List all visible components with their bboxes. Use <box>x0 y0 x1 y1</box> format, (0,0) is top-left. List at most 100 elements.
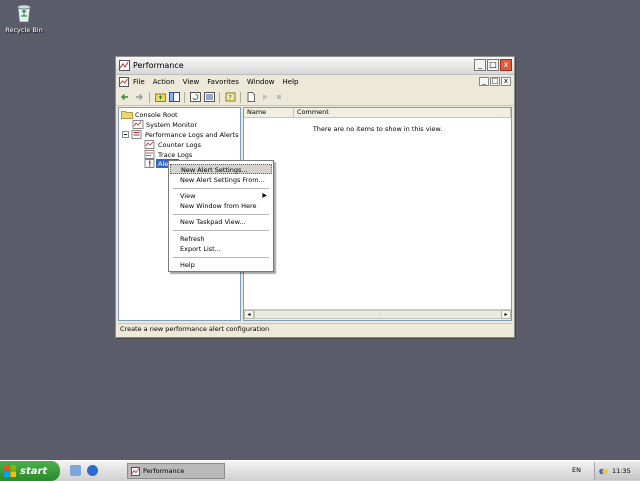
mdi-minimize-button[interactable]: _ <box>479 77 489 86</box>
export-list-button[interactable] <box>203 91 215 103</box>
menu-item-help[interactable]: Help <box>170 260 272 270</box>
mdi-restore-button[interactable]: □ <box>490 77 500 86</box>
list-header: Name Comment <box>244 108 511 118</box>
close-button[interactable]: x <box>500 59 512 71</box>
stop-icon <box>277 95 281 99</box>
svg-text:?: ? <box>228 95 231 102</box>
menu-file[interactable]: File <box>133 78 145 86</box>
recycle-bin-shortcut[interactable]: Recycle Bin <box>4 2 44 34</box>
system-monitor-icon <box>132 120 144 129</box>
quick-launch <box>70 465 98 476</box>
back-button[interactable] <box>119 91 131 103</box>
recycle-bin-label: Recycle Bin <box>5 26 43 34</box>
new-item-button[interactable] <box>245 91 257 103</box>
menu-separator <box>173 188 269 189</box>
counter-logs-icon <box>144 140 155 149</box>
start-label: start <box>20 465 48 477</box>
submenu-arrow-icon: ▶ <box>262 192 267 199</box>
menu-item-new-alert-settings[interactable]: New Alert Settings... <box>170 164 272 174</box>
back-arrow-icon <box>121 94 128 100</box>
toolbar-separator <box>219 91 220 103</box>
scroll-thumb[interactable]: ⁞ <box>254 310 506 319</box>
menu-item-new-taskpad-view[interactable]: New Taskpad View... <box>170 217 272 227</box>
toolbar-separator <box>149 91 150 103</box>
forward-arrow-icon <box>136 94 143 100</box>
menu-item-new-alert-settings-from[interactable]: New Alert Settings From... <box>170 175 272 185</box>
export-list-icon <box>203 92 215 102</box>
collapse-minus-icon <box>122 131 129 138</box>
menu-window[interactable]: Window <box>247 78 275 86</box>
context-menu: New Alert Settings... New Alert Settings… <box>168 160 274 272</box>
toolbar: ? <box>116 89 514 106</box>
tree-node-performance-logs-and-alerts[interactable]: Performance Logs and Alerts <box>122 130 238 139</box>
tree-node-system-monitor[interactable]: System Monitor <box>132 120 197 129</box>
trace-logs-icon <box>144 150 155 159</box>
performance-logs-icon <box>131 130 142 139</box>
folder-icon <box>121 111 133 119</box>
tree-node-counter-logs[interactable]: Counter Logs <box>144 140 201 149</box>
menu-separator <box>173 214 269 215</box>
up-one-level-button[interactable] <box>154 91 166 103</box>
tree-pane-icon <box>168 92 180 102</box>
toolbar-separator <box>240 91 241 103</box>
play-icon <box>263 94 268 100</box>
menu-separator <box>173 230 269 231</box>
menu-item-export-list[interactable]: Export List... <box>170 244 272 254</box>
title-bar[interactable]: Performance _ □ x <box>116 57 514 75</box>
horizontal-scrollbar[interactable]: ◂ ⁞ ▸ <box>244 309 511 320</box>
stop-log-button[interactable] <box>273 91 285 103</box>
tree-node-trace-logs[interactable]: Trace Logs <box>144 150 192 159</box>
menu-item-refresh[interactable]: Refresh <box>170 234 272 244</box>
taskbar: start Performance EN 11:35 <box>0 460 640 481</box>
maximize-button[interactable]: □ <box>487 59 499 71</box>
status-bar: Create a new performance alert configura… <box>118 323 512 335</box>
menu-bar: File Action View Favorites Window Help _… <box>116 75 514 89</box>
tree-node-label: System Monitor <box>146 120 198 129</box>
toolbar-separator <box>184 91 185 103</box>
menu-view[interactable]: View <box>183 78 200 86</box>
empty-list-message: There are no items to show in this view. <box>312 125 443 133</box>
minimize-button[interactable]: _ <box>474 59 486 71</box>
show-hide-tree-button[interactable] <box>168 91 180 103</box>
menu-separator <box>173 257 269 258</box>
alert-icon <box>144 159 156 168</box>
performance-app-icon <box>131 466 140 476</box>
internet-explorer-icon[interactable] <box>87 465 98 476</box>
taskbar-button-performance[interactable]: Performance <box>127 463 225 479</box>
start-button[interactable]: start <box>0 461 60 481</box>
system-tray: 11:35 <box>594 462 640 480</box>
show-desktop-icon[interactable] <box>70 465 81 476</box>
column-header-comment[interactable]: Comment <box>294 108 511 117</box>
details-list[interactable]: Name Comment There are no items to show … <box>243 107 512 321</box>
scroll-right-button[interactable]: ▸ <box>501 310 511 319</box>
new-document-icon <box>247 92 255 102</box>
clock[interactable]: 11:35 <box>612 467 631 475</box>
refresh-button[interactable] <box>189 91 201 103</box>
menu-item-label: View <box>180 192 196 200</box>
menu-favorites[interactable]: Favorites <box>207 78 239 86</box>
windows-flag-icon <box>4 465 16 477</box>
refresh-icon <box>189 92 201 102</box>
menu-help[interactable]: Help <box>283 78 299 86</box>
taskbar-button-label: Performance <box>143 467 185 475</box>
console-menu-icon[interactable] <box>119 77 129 87</box>
recycle-bin-icon <box>14 2 34 24</box>
menu-item-view[interactable]: View ▶ <box>170 191 272 201</box>
tree-node-label: Performance Logs and Alerts <box>145 130 239 139</box>
mdi-close-button[interactable]: x <box>501 77 511 86</box>
scroll-left-button[interactable]: ◂ <box>244 310 254 319</box>
folder-up-icon <box>154 93 166 102</box>
network-icon[interactable] <box>599 467 608 476</box>
tree-node-label: Counter Logs <box>158 140 202 149</box>
column-header-name[interactable]: Name <box>244 108 294 117</box>
forward-button[interactable] <box>133 91 145 103</box>
tree-node-console-root[interactable]: Console Root <box>121 110 178 119</box>
language-indicator[interactable]: EN <box>572 466 581 474</box>
help-button[interactable]: ? <box>224 91 236 103</box>
menu-item-new-window-from-here[interactable]: New Window from Here <box>170 201 272 211</box>
menu-action[interactable]: Action <box>153 78 175 86</box>
tree-node-label: Console Root <box>135 110 178 119</box>
help-book-icon: ? <box>225 92 235 102</box>
start-log-button[interactable] <box>259 91 271 103</box>
window-title: Performance <box>133 61 184 70</box>
